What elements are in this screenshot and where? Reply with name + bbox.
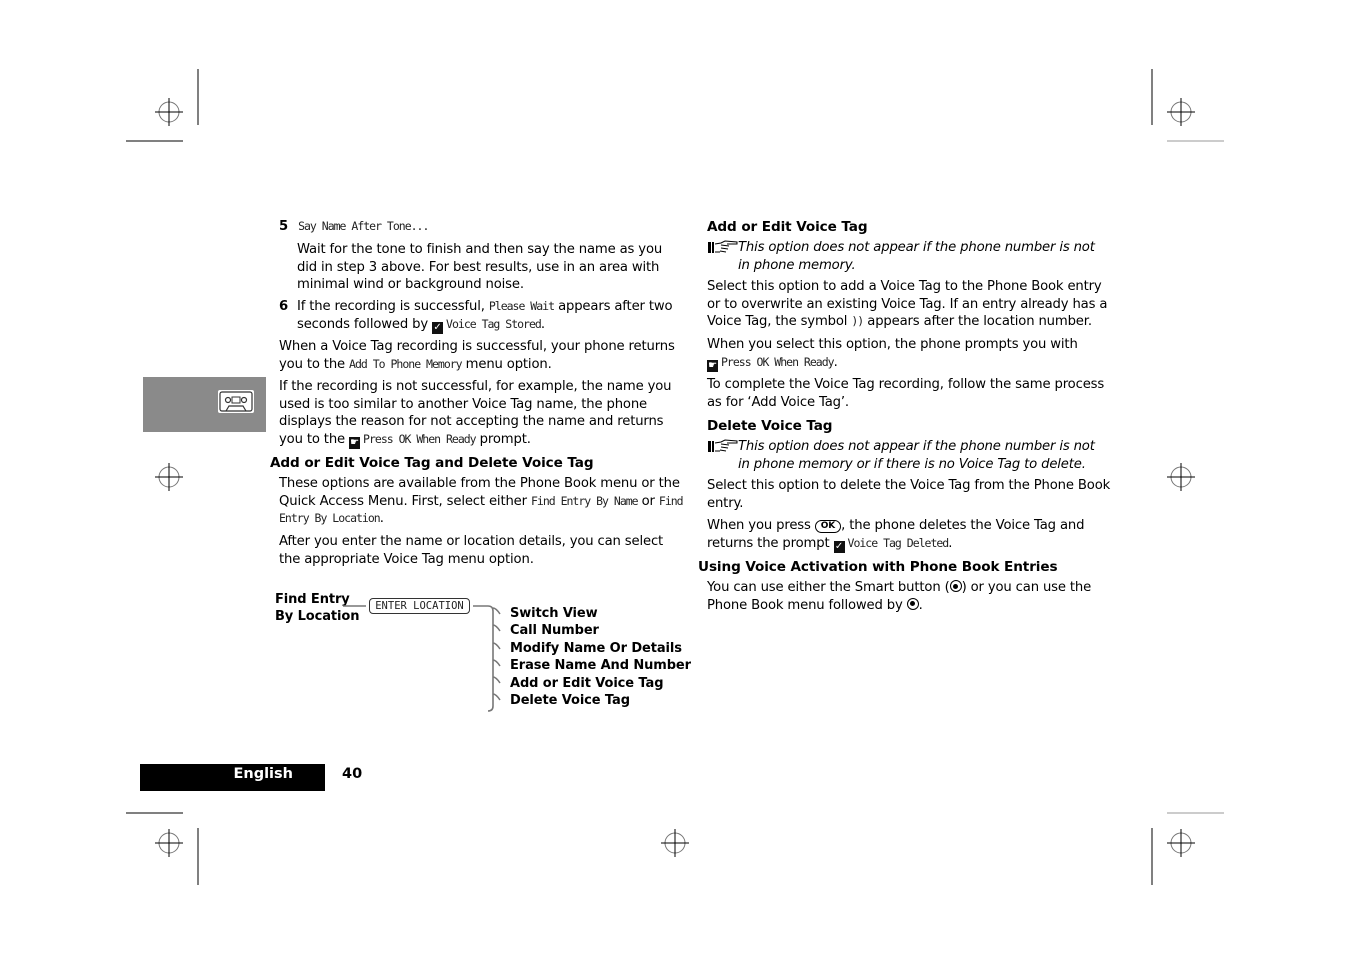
heading-using-voice-activation: Using Voice Activation with Phone Book E… bbox=[698, 559, 1058, 575]
note-delete: This option does not appear if the phone… bbox=[738, 439, 1095, 472]
lcd-text: Press OK When Ready bbox=[363, 431, 477, 446]
smart-button-icon bbox=[949, 580, 962, 592]
hand-pointer-icon: ☛ bbox=[707, 359, 718, 372]
checkmark-icon: ✓ bbox=[432, 321, 444, 334]
footer-language: English bbox=[233, 766, 293, 782]
diagram-menu-list: Switch View Call Number Modify Name Or D… bbox=[510, 605, 691, 709]
diagram-item: Delete Voice Tag bbox=[510, 693, 630, 709]
registration-mark-top-left bbox=[155, 98, 183, 126]
registration-mark-bottom-left bbox=[155, 829, 183, 857]
cassette-tape-icon bbox=[218, 390, 254, 413]
diagram-item: Erase Name And Number bbox=[510, 658, 691, 674]
lcd-text: Voice Tag Stored bbox=[446, 316, 542, 331]
diagram-item: Add or Edit Voice Tag bbox=[510, 675, 664, 691]
note-hand-icon bbox=[708, 439, 738, 452]
lcd-text: Find Entry By Name bbox=[530, 493, 639, 508]
registration-mark-mid-left bbox=[155, 463, 183, 491]
note-add: This option does not appear if the phone… bbox=[738, 240, 1095, 273]
section-heading: Add or Edit Voice Tag and Delete Voice T… bbox=[270, 455, 594, 471]
step-5-text: Wait for the tone to finish and then say… bbox=[297, 242, 663, 293]
diagram-item: Modify Name Or Details bbox=[510, 640, 682, 656]
paragraph-press: When you press OK, the phone deletes the… bbox=[707, 518, 1085, 553]
side-tab bbox=[143, 377, 266, 432]
lcd-enter-location-box: ENTER LOCATION bbox=[369, 598, 470, 614]
paragraph-delete: Select this option to delete the Voice T… bbox=[707, 478, 1111, 511]
heading-add-edit-voice-tag: Add or Edit Voice Tag bbox=[707, 219, 868, 235]
registration-mark-mid-right bbox=[1167, 463, 1195, 491]
registration-mark-bottom-center bbox=[661, 829, 689, 857]
lcd-text: Say Name After Tone... bbox=[298, 219, 429, 233]
diagram-item: Call Number bbox=[510, 623, 599, 639]
paragraph-success: When a Voice Tag recording is successful… bbox=[279, 339, 675, 372]
heading-delete-voice-tag: Delete Voice Tag bbox=[707, 418, 833, 434]
lcd-text: Press OK When Ready bbox=[721, 354, 835, 369]
step-number: 5 bbox=[279, 219, 289, 234]
step-number: 6 bbox=[279, 299, 289, 314]
paragraph-select: Select this option to add a Voice Tag to… bbox=[707, 279, 1108, 330]
page-number: 40 bbox=[342, 766, 363, 782]
note-hand-icon bbox=[708, 240, 738, 253]
paragraph-failure: If the recording is not successful, for … bbox=[279, 379, 672, 449]
paragraph-options: These options are available from the Pho… bbox=[279, 476, 684, 527]
step-5: 5 Say Name After Tone... bbox=[279, 218, 679, 236]
hand-pointer-icon: ☛ bbox=[349, 436, 361, 449]
smart-button-icon bbox=[906, 597, 919, 610]
checkmark-icon: ✓ bbox=[833, 540, 845, 553]
registration-mark-top-right bbox=[1167, 98, 1195, 126]
lcd-text: Add To Phone Memory bbox=[349, 356, 463, 371]
paragraph-after: After you enter the name or location det… bbox=[279, 534, 664, 567]
ok-key-icon: OK bbox=[814, 520, 842, 533]
step-6-text: If the recording is successful, Please W… bbox=[297, 299, 673, 334]
footer-language-bar: English bbox=[140, 764, 325, 791]
paragraph-using: You can use either the Smart button () o… bbox=[707, 580, 1092, 613]
paragraph-prompt: When you select this option, the phone p… bbox=[707, 337, 1078, 372]
paragraph-complete: To complete the Voice Tag recording, fol… bbox=[707, 377, 1105, 410]
diagram-item: Switch View bbox=[510, 606, 598, 621]
voice-tag-symbol: )) bbox=[851, 314, 864, 329]
registration-mark-bottom-right bbox=[1167, 829, 1195, 857]
lcd-text: Please Wait bbox=[488, 299, 555, 313]
lcd-text: Voice Tag Deleted bbox=[847, 535, 950, 550]
